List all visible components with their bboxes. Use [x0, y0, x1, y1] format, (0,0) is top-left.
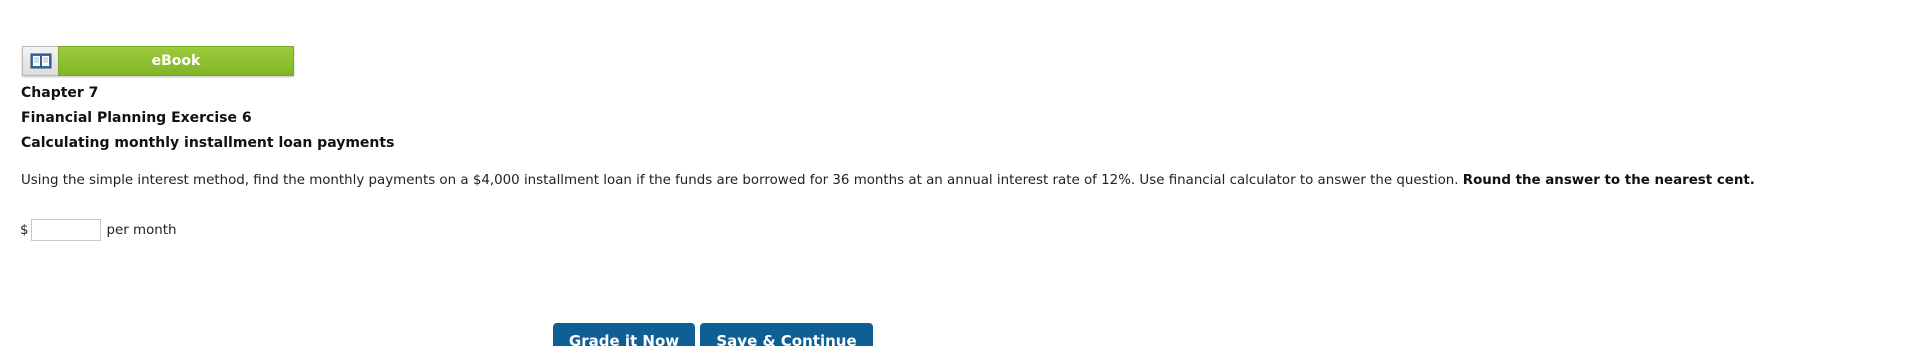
- question-page: eBook Chapter 7 Financial Planning Exerc…: [0, 0, 1917, 346]
- ebook-label[interactable]: eBook: [58, 46, 294, 76]
- ebook-button[interactable]: eBook: [22, 46, 294, 76]
- chapter-heading: Chapter 7: [21, 85, 99, 101]
- monthly-payment-input[interactable]: [30, 219, 101, 241]
- exercise-heading: Financial Planning Exercise 6: [21, 110, 252, 126]
- question-text: Using the simple interest method, find t…: [21, 173, 1755, 188]
- question-emphasis: Round the answer to the nearest cent.: [1462, 173, 1755, 188]
- currency-prefix: $: [20, 222, 29, 238]
- ebook-icon-box: [22, 46, 58, 76]
- question-body: Using the simple interest method, find t…: [21, 173, 1463, 188]
- save-continue-label: Save & Continue: [716, 332, 857, 346]
- grade-it-now-label: Grade it Now: [568, 332, 680, 346]
- answer-row: $ per month: [20, 219, 177, 241]
- topic-heading: Calculating monthly installment loan pay…: [21, 135, 395, 151]
- save-continue-button[interactable]: Save & Continue: [700, 323, 873, 346]
- grade-it-now-button[interactable]: Grade it Now: [553, 323, 695, 346]
- unit-suffix: per month: [106, 222, 177, 238]
- book-icon: [30, 53, 51, 69]
